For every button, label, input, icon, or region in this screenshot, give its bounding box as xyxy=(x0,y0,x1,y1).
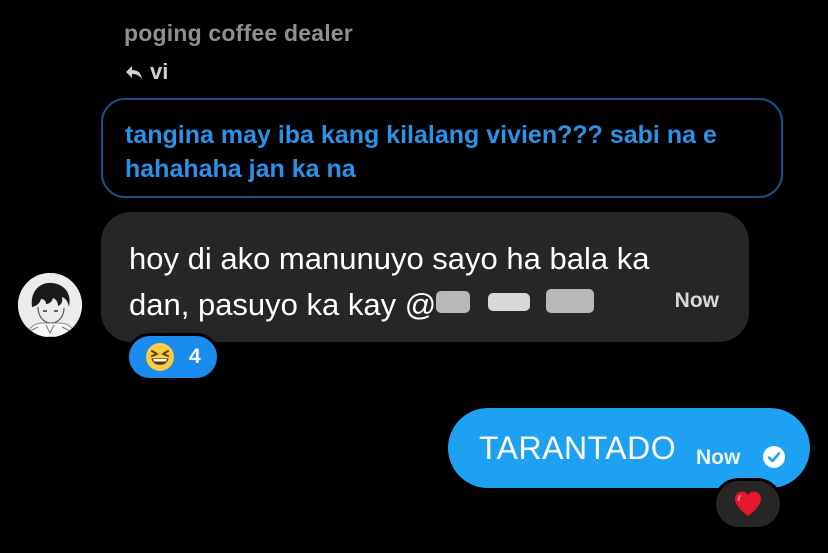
reply-arrow-icon xyxy=(124,62,144,82)
outgoing-message-text: TARANTADO xyxy=(479,430,677,466)
incoming-timestamp: Now xyxy=(674,289,719,312)
reaction-pill[interactable]: 4 xyxy=(126,333,220,381)
incoming-message-bubble[interactable]: hoy di ako manunuyo sayo ha bala ka dan,… xyxy=(101,212,749,342)
chat-screen: poging coffee dealer vi tangina may iba … xyxy=(0,0,828,553)
quoted-message[interactable]: tangina may iba kang kilalang vivien??? … xyxy=(101,98,783,198)
incoming-message-line1: hoy di ako manunuyo sayo ha bala ka xyxy=(129,241,650,276)
reply-target-name: vi xyxy=(150,59,169,84)
avatar[interactable] xyxy=(18,273,82,337)
incoming-message-line2: dan, pasuyo ka kay @ xyxy=(129,282,721,328)
outgoing-timestamp: Now xyxy=(696,446,741,469)
redacted-mention xyxy=(436,285,596,315)
sender-name: poging coffee dealer xyxy=(124,20,353,46)
reaction-count: 4 xyxy=(189,345,201,368)
avatar-photo xyxy=(18,273,82,337)
heart-reaction-pill[interactable] xyxy=(713,478,783,530)
reply-indicator: vi xyxy=(124,58,168,86)
seen-check-icon xyxy=(763,446,785,468)
quoted-message-text: tangina may iba kang kilalang vivien??? … xyxy=(125,121,717,183)
red-heart-icon xyxy=(735,491,761,516)
outgoing-message-bubble[interactable]: TARANTADO Now xyxy=(448,408,810,488)
grinning-squinting-face-icon xyxy=(146,343,174,371)
incoming-message-line2-text: dan, pasuyo ka kay @ xyxy=(129,287,437,322)
